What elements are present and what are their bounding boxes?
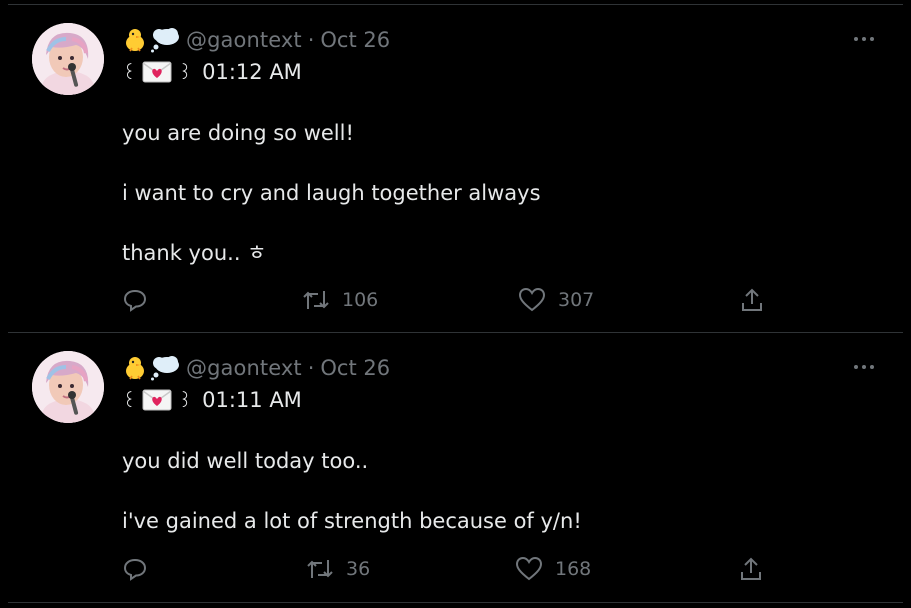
like-icon	[515, 556, 543, 582]
tweet-feed: @gaontext · Oct 26 ꒰ ꒱ 01:12 AM you are …	[8, 0, 911, 608]
tweet-date[interactable]: Oct 26	[320, 356, 390, 380]
like-button[interactable]: 168	[515, 554, 591, 584]
love-letter-emoji	[142, 61, 172, 83]
tweet[interactable]: @gaontext · Oct 26 ꒰ ꒱ 01:11 AM you did …	[8, 332, 903, 603]
thought-bubble-emoji	[150, 27, 180, 53]
like-button[interactable]: 307	[518, 285, 594, 315]
name-time: 01:12 AM	[202, 60, 302, 84]
avatar[interactable]	[32, 23, 104, 95]
separator-dot: ·	[307, 28, 315, 52]
share-button[interactable]	[739, 554, 763, 584]
paren-right: ꒱	[178, 62, 193, 84]
avatar[interactable]	[32, 351, 104, 423]
reply-icon	[122, 287, 148, 313]
author-handle[interactable]: @gaontext	[186, 28, 302, 52]
retweet-count: 36	[346, 558, 371, 580]
love-letter-emoji	[142, 389, 172, 411]
tweet-text-line: i've gained a lot of strength because of…	[122, 509, 582, 533]
more-icon[interactable]	[851, 355, 877, 379]
paren-left: ꒰	[122, 390, 137, 412]
paren-right: ꒱	[178, 390, 193, 412]
name-time: 01:11 AM	[202, 388, 302, 412]
retweet-icon	[302, 287, 330, 313]
like-count: 307	[558, 289, 595, 311]
tweet-text-line: i want to cry and laugh together always	[122, 181, 541, 205]
more-icon[interactable]	[851, 27, 877, 51]
retweet-icon	[306, 556, 334, 582]
divider	[8, 602, 903, 603]
tweet-actions: 106 307	[122, 285, 762, 315]
tweet-date[interactable]: Oct 26	[320, 28, 390, 52]
tweet-text-line: you did well today too..	[122, 449, 369, 473]
tweet-header: @gaontext · Oct 26	[122, 25, 390, 55]
tweet-text-line: thank you.. ㅎ	[122, 241, 267, 265]
tweet[interactable]: @gaontext · Oct 26 ꒰ ꒱ 01:12 AM you are …	[8, 4, 903, 333]
share-icon	[739, 556, 763, 582]
retweet-button[interactable]: 36	[306, 554, 370, 584]
display-name: ꒰ ꒱ 01:12 AM	[122, 57, 302, 87]
reply-icon	[122, 556, 148, 582]
tweet-actions: 36 168	[122, 554, 762, 584]
thought-bubble-emoji	[150, 355, 180, 381]
like-count: 168	[555, 558, 592, 580]
retweet-button[interactable]: 106	[302, 285, 378, 315]
share-icon	[740, 287, 764, 313]
reply-button[interactable]	[122, 554, 148, 584]
separator-dot: ·	[307, 356, 315, 380]
tweet-header: @gaontext · Oct 26	[122, 353, 390, 383]
display-name: ꒰ ꒱ 01:11 AM	[122, 385, 302, 415]
author-handle[interactable]: @gaontext	[186, 356, 302, 380]
like-icon	[518, 287, 546, 313]
retweet-count: 106	[342, 289, 379, 311]
reply-button[interactable]	[122, 285, 148, 315]
chick-emoji	[122, 355, 148, 381]
tweet-text-line: you are doing so well!	[122, 121, 354, 145]
chick-emoji	[122, 27, 148, 53]
share-button[interactable]	[740, 285, 764, 315]
paren-left: ꒰	[122, 62, 137, 84]
